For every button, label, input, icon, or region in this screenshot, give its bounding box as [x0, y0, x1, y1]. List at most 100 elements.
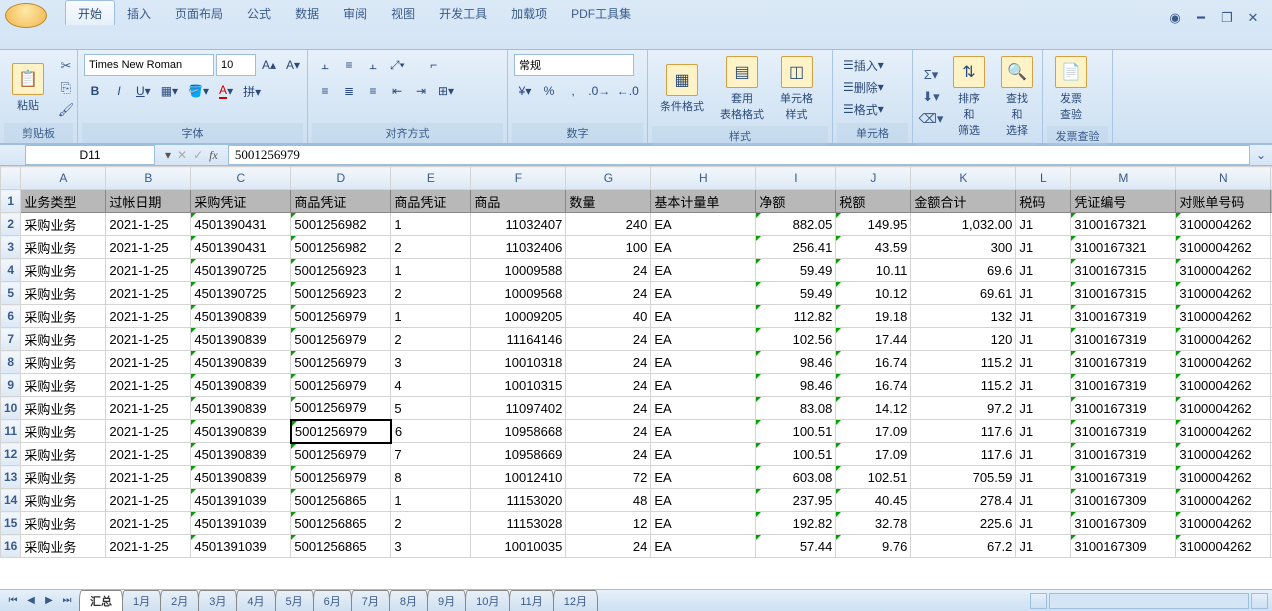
cell[interactable]: 2021-1-25 — [106, 512, 191, 535]
cell[interactable]: 10009568 — [471, 282, 566, 305]
cell[interactable]: 100 — [566, 236, 651, 259]
cell[interactable]: 2021-1-25 — [106, 443, 191, 466]
cell[interactable]: 17.44 — [836, 328, 911, 351]
cell[interactable]: 40.45 — [836, 489, 911, 512]
orientation-icon[interactable]: ⤢▾ — [386, 54, 409, 76]
cell[interactable]: 10010035 — [471, 535, 566, 558]
cell[interactable]: 3100004262 — [1176, 305, 1271, 328]
cell[interactable]: 采购业务 — [21, 328, 106, 351]
decrease-indent-icon[interactable]: ⇤ — [386, 80, 408, 102]
cell[interactable]: 3100004262 — [1176, 535, 1271, 558]
cell[interactable]: 3100004262 — [1176, 236, 1271, 259]
cell[interactable]: 240 — [566, 213, 651, 236]
header-cell[interactable]: 对账单号码 — [1176, 190, 1271, 213]
cell[interactable]: 采购业务 — [21, 259, 106, 282]
italic-button[interactable]: I — [108, 80, 130, 102]
header-cell[interactable]: 业务类型 — [21, 190, 106, 213]
copy-icon[interactable]: ⎘ — [56, 79, 76, 97]
col-header-I[interactable]: I — [756, 167, 836, 190]
cell[interactable]: J1 — [1016, 374, 1071, 397]
cell[interactable]: J1 — [1016, 535, 1071, 558]
header-cell[interactable]: 商品凭证 — [291, 190, 391, 213]
row-header[interactable]: 15 — [1, 512, 21, 535]
cell[interactable]: 117.6 — [911, 443, 1016, 466]
sheet-tab-3月[interactable]: 3月 — [198, 590, 237, 611]
cell[interactable]: 11097402 — [471, 397, 566, 420]
cell[interactable]: 2 — [391, 512, 471, 535]
cell[interactable]: 5001256865 — [291, 535, 391, 558]
close-icon[interactable]: ✕ — [1244, 11, 1262, 25]
ribbon-tab-审阅[interactable]: 审阅 — [331, 1, 379, 25]
cell[interactable]: 5001256865 — [291, 512, 391, 535]
row-header[interactable]: 9 — [1, 374, 21, 397]
cell[interactable]: EA — [651, 420, 756, 443]
cell-styles-button[interactable]: ◫单元格 样式 — [774, 54, 819, 124]
ribbon-tab-开始[interactable]: 开始 — [65, 0, 115, 25]
header-cell[interactable]: 税码 — [1016, 190, 1071, 213]
row-header[interactable]: 13 — [1, 466, 21, 489]
cell[interactable]: 24 — [566, 397, 651, 420]
cell[interactable]: J1 — [1016, 236, 1071, 259]
cell[interactable]: 43.59 — [836, 236, 911, 259]
cell[interactable]: EA — [651, 305, 756, 328]
header-cell[interactable]: 净额 — [756, 190, 836, 213]
cell[interactable]: 3100167319 — [1071, 466, 1176, 489]
row-header[interactable]: 11 — [1, 420, 21, 443]
cell[interactable]: 115.2 — [911, 374, 1016, 397]
prev-sheet-icon[interactable]: ◀ — [22, 595, 40, 606]
row-header[interactable]: 1 — [1, 190, 21, 213]
cell[interactable]: 14.12 — [836, 397, 911, 420]
col-header-D[interactable]: D — [291, 167, 391, 190]
autosum-icon[interactable]: Σ▾ — [921, 66, 941, 84]
cell[interactable]: 120 — [911, 328, 1016, 351]
cut-icon[interactable]: ✂ — [56, 57, 76, 75]
cell[interactable]: 4 — [391, 374, 471, 397]
cell[interactable]: 11032406 — [471, 236, 566, 259]
fx-icon[interactable]: fx — [209, 148, 218, 163]
cell[interactable]: 4501390839 — [191, 466, 291, 489]
cell[interactable]: 2 — [391, 282, 471, 305]
comma-icon[interactable]: , — [562, 80, 584, 102]
cell[interactable]: 300 — [911, 236, 1016, 259]
ribbon-tab-插入[interactable]: 插入 — [115, 1, 163, 25]
row-header[interactable]: 16 — [1, 535, 21, 558]
delete-cells-button[interactable]: ☰ 删除▾ — [839, 76, 906, 98]
align-bottom-icon[interactable]: ⫠ — [362, 54, 384, 76]
decrease-decimal-icon[interactable]: ←.0 — [615, 80, 642, 102]
cell[interactable]: 48 — [566, 489, 651, 512]
cell[interactable]: 采购业务 — [21, 282, 106, 305]
first-sheet-icon[interactable]: ⏮ — [4, 595, 22, 606]
align-center-icon[interactable]: ≣ — [338, 80, 360, 102]
cell[interactable]: 3100004262 — [1176, 489, 1271, 512]
header-cell[interactable]: 商品凭证 — [391, 190, 471, 213]
cell[interactable]: EA — [651, 351, 756, 374]
cell[interactable]: EA — [651, 259, 756, 282]
cell[interactable]: 1 — [391, 305, 471, 328]
cell[interactable]: 3100004262 — [1176, 512, 1271, 535]
cell[interactable]: 10009588 — [471, 259, 566, 282]
cell[interactable]: 237.95 — [756, 489, 836, 512]
cell[interactable]: 采购业务 — [21, 236, 106, 259]
cell[interactable]: 32.78 — [836, 512, 911, 535]
cell[interactable]: 4501391039 — [191, 512, 291, 535]
cell[interactable]: 10010318 — [471, 351, 566, 374]
cell[interactable]: 10009205 — [471, 305, 566, 328]
last-sheet-icon[interactable]: ⏭ — [58, 595, 76, 606]
cell[interactable]: 3 — [391, 351, 471, 374]
cell[interactable]: 3100167319 — [1071, 305, 1176, 328]
cell[interactable]: 40 — [566, 305, 651, 328]
cell[interactable]: 7 — [391, 443, 471, 466]
format-table-button[interactable]: ▤套用 表格格式 — [714, 54, 770, 124]
header-cell[interactable]: 数量 — [566, 190, 651, 213]
cell[interactable]: 2021-1-25 — [106, 374, 191, 397]
cell[interactable]: 3100004262 — [1176, 213, 1271, 236]
cell[interactable]: 149.95 — [836, 213, 911, 236]
cell[interactable]: 2 — [391, 236, 471, 259]
cell[interactable]: 100.51 — [756, 443, 836, 466]
decrease-font-icon[interactable]: A▾ — [282, 54, 304, 76]
cell[interactable]: 603.08 — [756, 466, 836, 489]
expand-formula-icon[interactable]: ⌄ — [1250, 148, 1272, 162]
ribbon-tab-页面布局[interactable]: 页面布局 — [163, 1, 235, 25]
row-header[interactable]: 8 — [1, 351, 21, 374]
cell[interactable]: 256.41 — [756, 236, 836, 259]
